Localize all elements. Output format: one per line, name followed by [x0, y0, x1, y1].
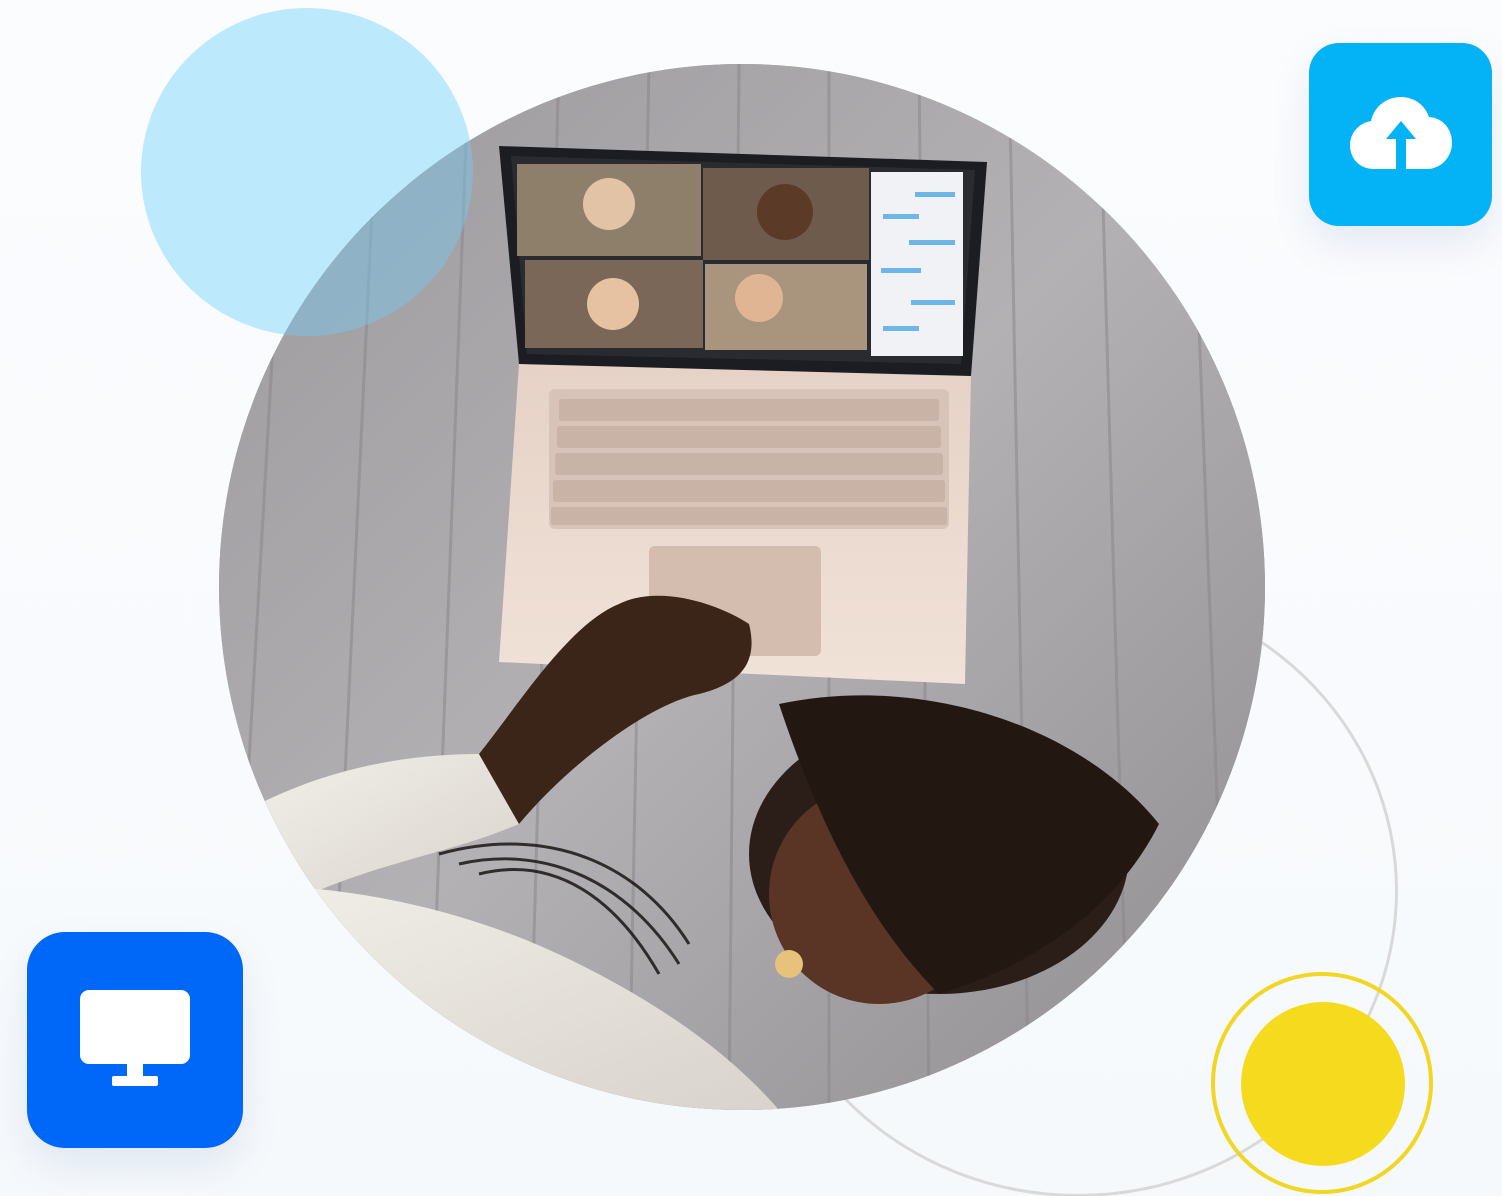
cloud-upload-icon [1349, 96, 1452, 169]
monitor-icon [80, 990, 190, 1086]
monitor-tile [27, 932, 243, 1148]
decorative-yellow-dot [1241, 1002, 1405, 1166]
cloud-upload-tile [1309, 43, 1492, 226]
